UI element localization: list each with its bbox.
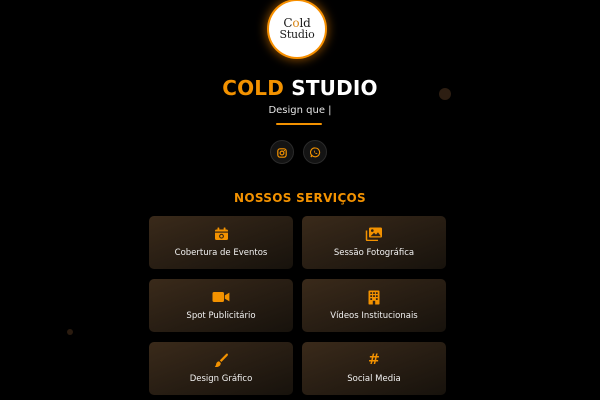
service-card-videos-institucionais[interactable]: Vídeos Institucionais [302,279,446,332]
service-card-spot-publicitario[interactable]: Spot Publicitário [149,279,293,332]
video-camera-icon [149,290,293,304]
title-accent: COLD [222,76,285,100]
service-card-cobertura-de-eventos[interactable]: Cobertura de Eventos [149,216,293,269]
page: Cold Studio COLD STUDIO Design que | NOS… [0,0,600,400]
service-label: Design Gráfico [189,374,253,384]
service-card-sessao-fotografica[interactable]: Sessão Fotográfica [302,216,446,269]
service-label: Spot Publicitário [186,311,256,321]
service-label: Cobertura de Eventos [174,248,268,258]
images-icon [302,227,446,241]
instagram-button[interactable] [270,140,294,164]
whatsapp-icon [309,143,321,162]
hashtag-icon: # [302,353,446,367]
hashtag-glyph: # [368,352,380,368]
brush-icon [149,353,293,367]
service-label: Social Media [347,374,401,384]
calendar-camera-icon [149,227,293,241]
tagline: Design que | [268,105,332,116]
service-label: Vídeos Institucionais [330,311,418,321]
services-heading: NOSSOS SERVIÇOS [234,191,366,205]
decorative-dot [67,329,73,335]
logo-line-2: Studio [279,28,315,41]
service-label: Sessão Fotográfica [333,248,415,258]
building-icon [302,290,446,304]
title-main: STUDIO [291,76,378,100]
service-card-design-grafico[interactable]: Design Gráfico [149,342,293,395]
logo: Cold Studio [269,1,325,57]
tagline-underline [276,123,322,125]
page-title: COLD STUDIO [0,76,600,100]
instagram-icon [277,143,287,162]
whatsapp-button[interactable] [303,140,327,164]
service-card-social-media[interactable]: # Social Media [302,342,446,395]
